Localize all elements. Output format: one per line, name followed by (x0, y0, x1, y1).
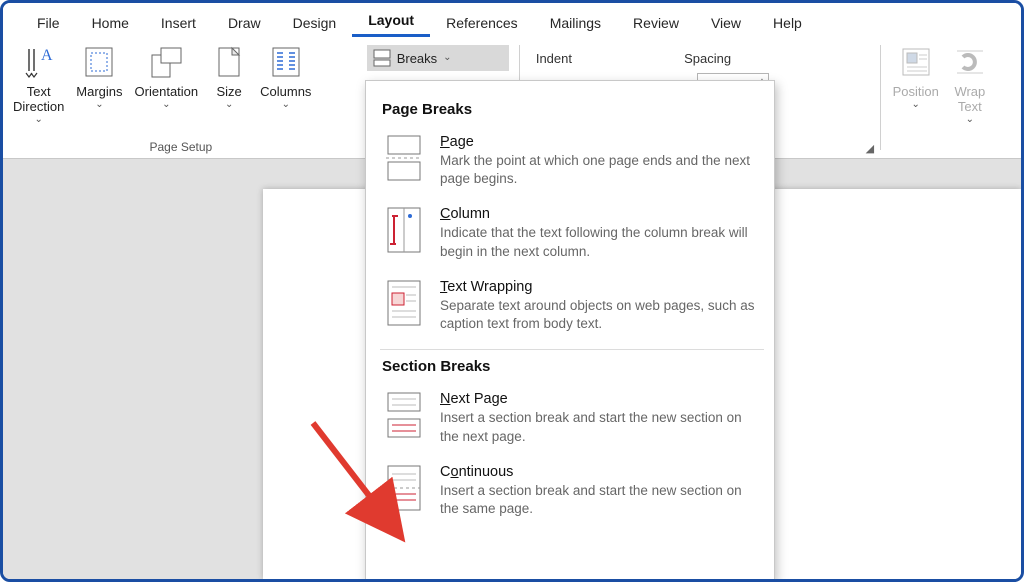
menu-item-text-wrapping-break[interactable]: Text Wrapping Separate text around objec… (380, 273, 764, 345)
menu-title: Continuous (440, 464, 762, 480)
tab-view[interactable]: View (695, 8, 757, 37)
chevron-down-icon: ⌄ (912, 100, 920, 110)
position-icon (897, 43, 935, 81)
chevron-down-icon: ⌄ (162, 100, 170, 110)
breaks-button[interactable]: Breaks ⌄ (367, 45, 509, 71)
group-page-setup: A Text Direction ⌄ Margins ⌄ Or (3, 37, 359, 158)
menu-title: Page (440, 134, 762, 150)
breaks-section-section: Section Breaks (382, 358, 764, 375)
chevron-down-icon: ⌄ (282, 100, 290, 110)
tab-mailings[interactable]: Mailings (534, 8, 617, 37)
spacing-header: Spacing (680, 41, 868, 70)
indent-header: Indent (532, 41, 660, 70)
margins-label: Margins (76, 85, 122, 100)
tab-references[interactable]: References (430, 8, 534, 37)
size-button[interactable]: Size ⌄ (204, 41, 254, 110)
tab-draw[interactable]: Draw (212, 8, 277, 37)
menu-item-next-page-break[interactable]: Next Page Insert a section break and sta… (380, 385, 764, 457)
tab-help[interactable]: Help (757, 8, 818, 37)
menu-desc: Insert a section break and start the new… (440, 482, 762, 518)
breaks-dropdown: Page Breaks Page Mark the point at which… (365, 80, 775, 580)
wrap-text-label: Wrap Text (954, 85, 985, 115)
menu-title: Next Page (440, 391, 762, 407)
tab-layout[interactable]: Layout (352, 5, 430, 37)
wrap-text-icon (951, 43, 989, 81)
menu-title: Text Wrapping (440, 279, 762, 295)
chevron-down-icon: ⌄ (443, 53, 451, 63)
svg-text:A: A (41, 47, 53, 64)
chevron-down-icon: ⌄ (95, 100, 103, 110)
tab-review[interactable]: Review (617, 8, 695, 37)
dialog-launcher-icon[interactable]: ◢ (866, 142, 880, 156)
columns-button[interactable]: Columns ⌄ (254, 41, 317, 110)
column-break-icon (382, 206, 426, 256)
tab-home[interactable]: Home (76, 8, 145, 37)
menu-item-continuous-break[interactable]: Continuous Insert a section break and st… (380, 458, 764, 530)
breaks-section-page: Page Breaks (382, 101, 764, 118)
page-break-icon (382, 134, 426, 184)
ribbon-tabs: File Home Insert Draw Design Layout Refe… (3, 3, 1021, 37)
menu-desc: Mark the point at which one page ends an… (440, 152, 762, 188)
margins-button[interactable]: Margins ⌄ (70, 41, 128, 110)
orientation-button[interactable]: Orientation ⌄ (129, 41, 205, 110)
columns-icon (267, 43, 305, 81)
wrap-text-button[interactable]: Wrap Text ⌄ (945, 41, 995, 125)
columns-label: Columns (260, 85, 311, 100)
menu-desc: Indicate that the text following the col… (440, 224, 762, 260)
position-button[interactable]: Position ⌄ (887, 41, 945, 110)
menu-title: Column (440, 206, 762, 222)
group-label-page-setup: Page Setup (7, 140, 355, 156)
chevron-down-icon: ⌄ (966, 115, 974, 125)
chevron-down-icon: ⌄ (34, 115, 42, 125)
group-arrange: Position ⌄ Wrap Text ⌄ (883, 37, 1021, 158)
margins-icon (80, 43, 118, 81)
size-label: Size (216, 85, 241, 100)
tab-file[interactable]: File (21, 8, 76, 37)
size-icon (210, 43, 248, 81)
menu-item-page-break[interactable]: Page Mark the point at which one page en… (380, 128, 764, 200)
breaks-label: Breaks (397, 51, 437, 66)
orientation-icon (147, 43, 185, 81)
breaks-icon (373, 49, 391, 67)
next-page-break-icon (382, 391, 426, 441)
menu-item-column-break[interactable]: Column Indicate that the text following … (380, 200, 764, 272)
orientation-label: Orientation (135, 85, 199, 100)
continuous-break-icon (382, 464, 426, 514)
tab-design[interactable]: Design (277, 8, 353, 37)
menu-desc: Separate text around objects on web page… (440, 297, 762, 333)
chevron-down-icon: ⌄ (225, 100, 233, 110)
text-direction-button[interactable]: A Text Direction ⌄ (7, 41, 70, 125)
text-wrapping-break-icon (382, 279, 426, 329)
text-direction-icon: A (20, 43, 58, 81)
tab-insert[interactable]: Insert (145, 8, 212, 37)
position-label: Position (893, 85, 939, 100)
text-direction-label: Text Direction (13, 85, 64, 115)
menu-desc: Insert a section break and start the new… (440, 409, 762, 445)
